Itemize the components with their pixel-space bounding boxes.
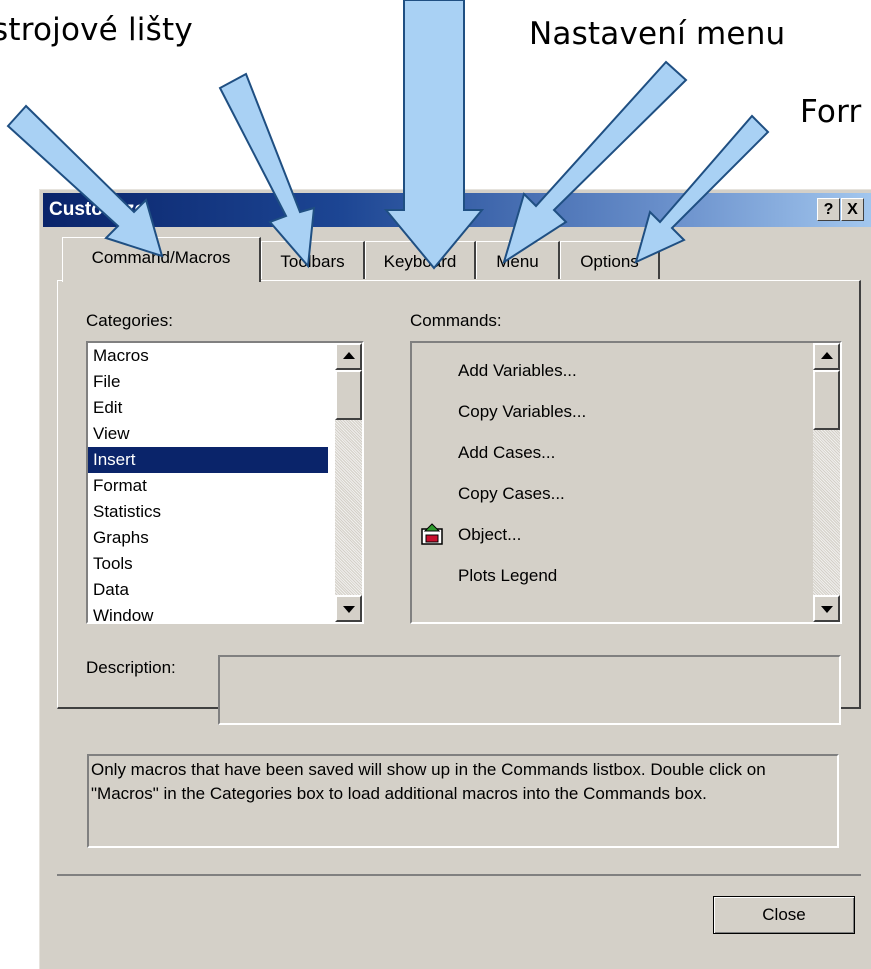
command-item[interactable]: Object... [412,514,802,555]
callout-toolbars-label: strojové lišty [0,12,193,48]
tab-command-macros[interactable]: Command/Macros [62,237,261,282]
description-label: Description: [86,658,176,677]
dialog-title: Customize [49,199,146,220]
category-item[interactable]: Edit [88,395,328,421]
callout-menu-label: Nastavení menu [529,16,786,52]
tab-menu[interactable]: Menu [476,241,560,279]
arrow-down-icon [821,606,833,613]
arrow-up-icon [821,352,833,359]
close-window-button[interactable]: X [841,198,864,221]
description-box [218,655,841,725]
tab-label: Options [580,252,639,271]
title-bar[interactable]: Customize ? X [43,193,871,227]
category-item[interactable]: Macros [88,343,328,369]
command-item[interactable]: Plots Legend [412,555,802,596]
info-text: Only macros that have been saved will sh… [87,754,839,848]
commands-listbox[interactable]: Add Variables... Copy Variables... Add Cas… [410,341,842,624]
category-item[interactable]: Data [88,577,328,603]
commands-label: Commands: [410,311,502,330]
command-item[interactable]: Copy Variables... [412,391,802,432]
categories-label: Categories: [86,311,173,330]
category-item[interactable]: Statistics [88,499,328,525]
category-item[interactable]: View [88,421,328,447]
command-label: Add Cases... [458,443,556,462]
commands-scrollbar[interactable] [813,343,840,622]
category-item[interactable]: Insert [88,447,328,473]
tab-label: Command/Macros [91,248,231,267]
scroll-down-button[interactable] [335,595,362,622]
help-button[interactable]: ? [817,198,840,221]
panel-divider [57,874,861,876]
category-item[interactable]: Format [88,473,328,499]
arrow-down-icon [343,606,355,613]
command-item[interactable]: Add Cases... [412,432,802,473]
command-item[interactable]: Add Variables... [412,350,802,391]
tab-label: Menu [496,252,539,271]
categories-items: Macros File Edit View Insert Format Statistics… [88,343,362,622]
categories-scrollbar[interactable] [335,343,362,622]
tab-options[interactable]: Options [560,241,660,279]
scroll-up-button[interactable] [813,343,840,370]
tab-keyboard[interactable]: Keyboard [365,241,476,279]
command-label: Add Variables... [458,361,577,380]
category-item[interactable]: Tools [88,551,328,577]
command-label: Copy Cases... [458,484,565,503]
close-button[interactable]: Close [713,896,855,934]
command-label: Copy Variables... [458,402,587,421]
scroll-up-button[interactable] [335,343,362,370]
tab-toolbars[interactable]: Toolbars [261,241,365,279]
command-label: Plots Legend [458,566,558,585]
commands-items: Add Variables... Copy Variables... Add Cas… [412,343,840,596]
command-item[interactable]: Copy Cases... [412,473,802,514]
category-item[interactable]: Graphs [88,525,328,551]
tab-label: Toolbars [280,252,345,271]
callout-format-label: Forr [800,94,862,130]
categories-listbox[interactable]: Macros File Edit View Insert Format Statistics… [86,341,364,624]
scroll-thumb[interactable] [813,370,840,430]
scroll-thumb[interactable] [335,370,362,420]
object-icon [421,523,443,545]
category-item[interactable]: Window [88,603,328,622]
scroll-down-button[interactable] [813,595,840,622]
command-label: Object... [458,525,522,544]
arrow-up-icon [343,352,355,359]
category-item[interactable]: File [88,369,328,395]
tab-label: Keyboard [383,252,457,271]
